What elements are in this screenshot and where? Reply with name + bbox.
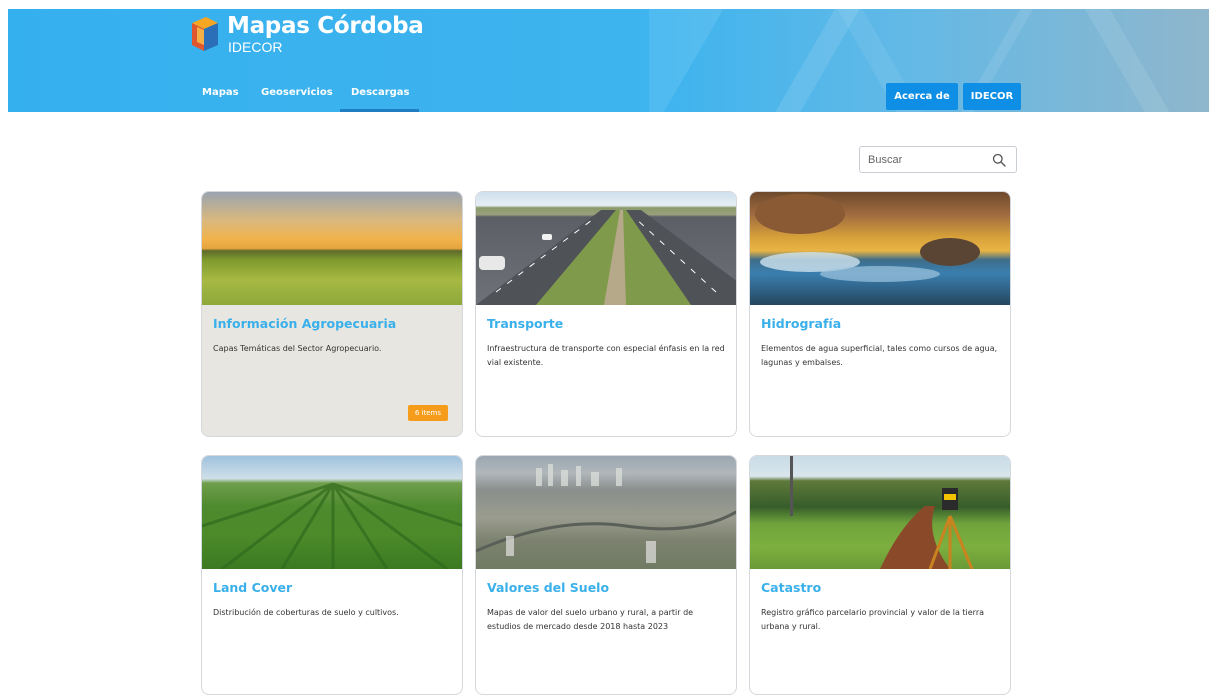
card-description: Distribución de coberturas de suelo y cu… xyxy=(213,608,399,617)
nav-geoservicios[interactable]: Geoservicios xyxy=(261,87,333,107)
nav-mapas[interactable]: Mapas xyxy=(202,87,239,107)
card-title: Land Cover xyxy=(213,580,293,595)
card-catastro[interactable]: Catastro Registro gráfico parcelario pro… xyxy=(749,455,1011,695)
card-title: Hidrografía xyxy=(761,316,842,331)
highway-photo xyxy=(476,192,736,305)
brand-title[interactable]: Mapas Córdoba xyxy=(227,13,424,39)
card-valores-del-suelo[interactable]: Valores del Suelo Mapas de valor del sue… xyxy=(475,455,737,695)
card-land-cover[interactable]: Land Cover Distribución de coberturas de… xyxy=(201,455,463,695)
card-title: Información Agropecuaria xyxy=(213,316,397,331)
card-description: Elementos de agua superficial, tales com… xyxy=(761,344,998,367)
items-count-badge: 6 items xyxy=(407,405,448,421)
nav-active-indicator xyxy=(340,109,419,112)
nav-descargas[interactable]: Descargas xyxy=(351,87,410,107)
card-title: Catastro xyxy=(761,580,822,595)
card-title: Valores del Suelo xyxy=(487,580,610,595)
idecor-logo-icon xyxy=(192,17,218,51)
river-rocks-photo xyxy=(750,192,1010,305)
idecor-button[interactable]: IDECOR xyxy=(963,83,1021,110)
card-description: Registro gráfico parcelario provincial y… xyxy=(761,608,985,631)
sunset-crop-field-photo xyxy=(202,192,462,305)
brand-subtitle: IDECOR xyxy=(228,39,283,55)
search-icon[interactable] xyxy=(992,153,1006,167)
crop-rows-photo xyxy=(202,456,462,569)
card-description: Infraestructura de transporte con especi… xyxy=(487,344,725,367)
surveying-instrument-photo xyxy=(750,456,1010,569)
search-box[interactable] xyxy=(859,146,1017,173)
card-hidrografia[interactable]: Hidrografía Elementos de agua superficia… xyxy=(749,191,1011,437)
card-title: Transporte xyxy=(487,316,564,331)
card-informacion-agropecuaria[interactable]: Información Agropecuaria Capas Temáticas… xyxy=(201,191,463,437)
card-transporte[interactable]: Transporte Infraestructura de transporte… xyxy=(475,191,737,437)
search-input[interactable] xyxy=(868,151,988,168)
aerial-city-photo xyxy=(476,456,736,569)
card-description: Mapas de valor del suelo urbano y rural,… xyxy=(487,608,694,631)
card-description: Capas Temáticas del Sector Agropecuario. xyxy=(213,344,382,353)
about-button[interactable]: Acerca de xyxy=(886,83,958,110)
